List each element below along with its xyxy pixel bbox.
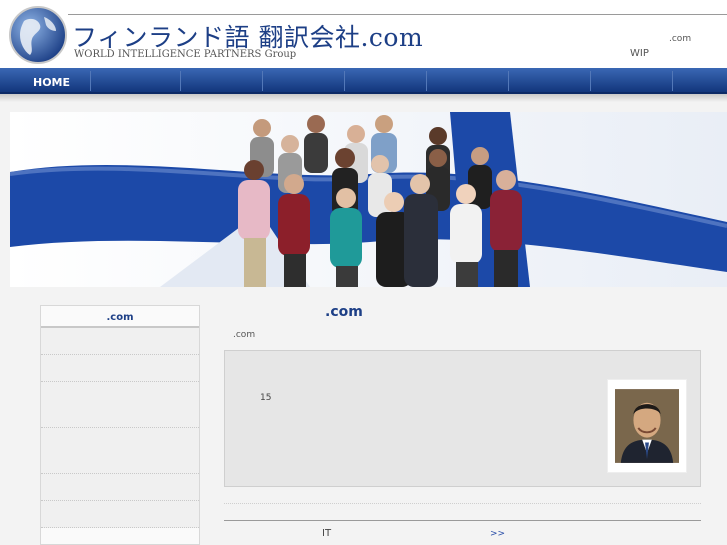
header-rule — [68, 14, 727, 15]
nav-shadow — [0, 94, 727, 102]
portrait-photo — [607, 379, 687, 473]
sidebar-title: .com — [41, 306, 199, 328]
sidebar-item[interactable] — [41, 474, 199, 501]
hero-banner — [10, 112, 727, 287]
globe-icon — [9, 6, 67, 64]
content-box: 15 — [224, 350, 701, 487]
box-number: 15 — [260, 393, 272, 403]
main-title: .com — [325, 304, 363, 320]
main-domain: .com — [233, 330, 256, 340]
nav-separator — [180, 71, 181, 91]
more-link[interactable]: >> — [490, 529, 505, 539]
site-subtitle: WORLD INTELLIGENCE PARTNERS Group — [74, 49, 297, 60]
nav-separator — [426, 71, 427, 91]
header-domain: .com — [669, 34, 692, 44]
nav-separator — [672, 71, 673, 91]
nav-separator — [90, 71, 91, 91]
nav-separator — [344, 71, 345, 91]
nav-separator — [590, 71, 591, 91]
sidebar-item[interactable] — [41, 382, 199, 428]
divider-dotted — [224, 503, 701, 504]
divider-solid — [224, 520, 701, 521]
header-wip: WIP — [630, 48, 649, 59]
sidebar: .com — [40, 305, 200, 545]
sidebar-item[interactable] — [41, 355, 199, 382]
sidebar-item[interactable] — [41, 328, 199, 355]
nav-bar: HOME — [0, 68, 727, 94]
nav-home-link[interactable]: HOME — [33, 76, 70, 89]
nav-separator — [262, 71, 263, 91]
sidebar-item[interactable] — [41, 428, 199, 474]
site-header: フィンランド語 翻訳会社.com WORLD INTELLIGENCE PART… — [0, 0, 727, 68]
bottom-text-it: IT — [322, 528, 332, 539]
nav-separator — [508, 71, 509, 91]
sidebar-item[interactable] — [41, 501, 199, 528]
